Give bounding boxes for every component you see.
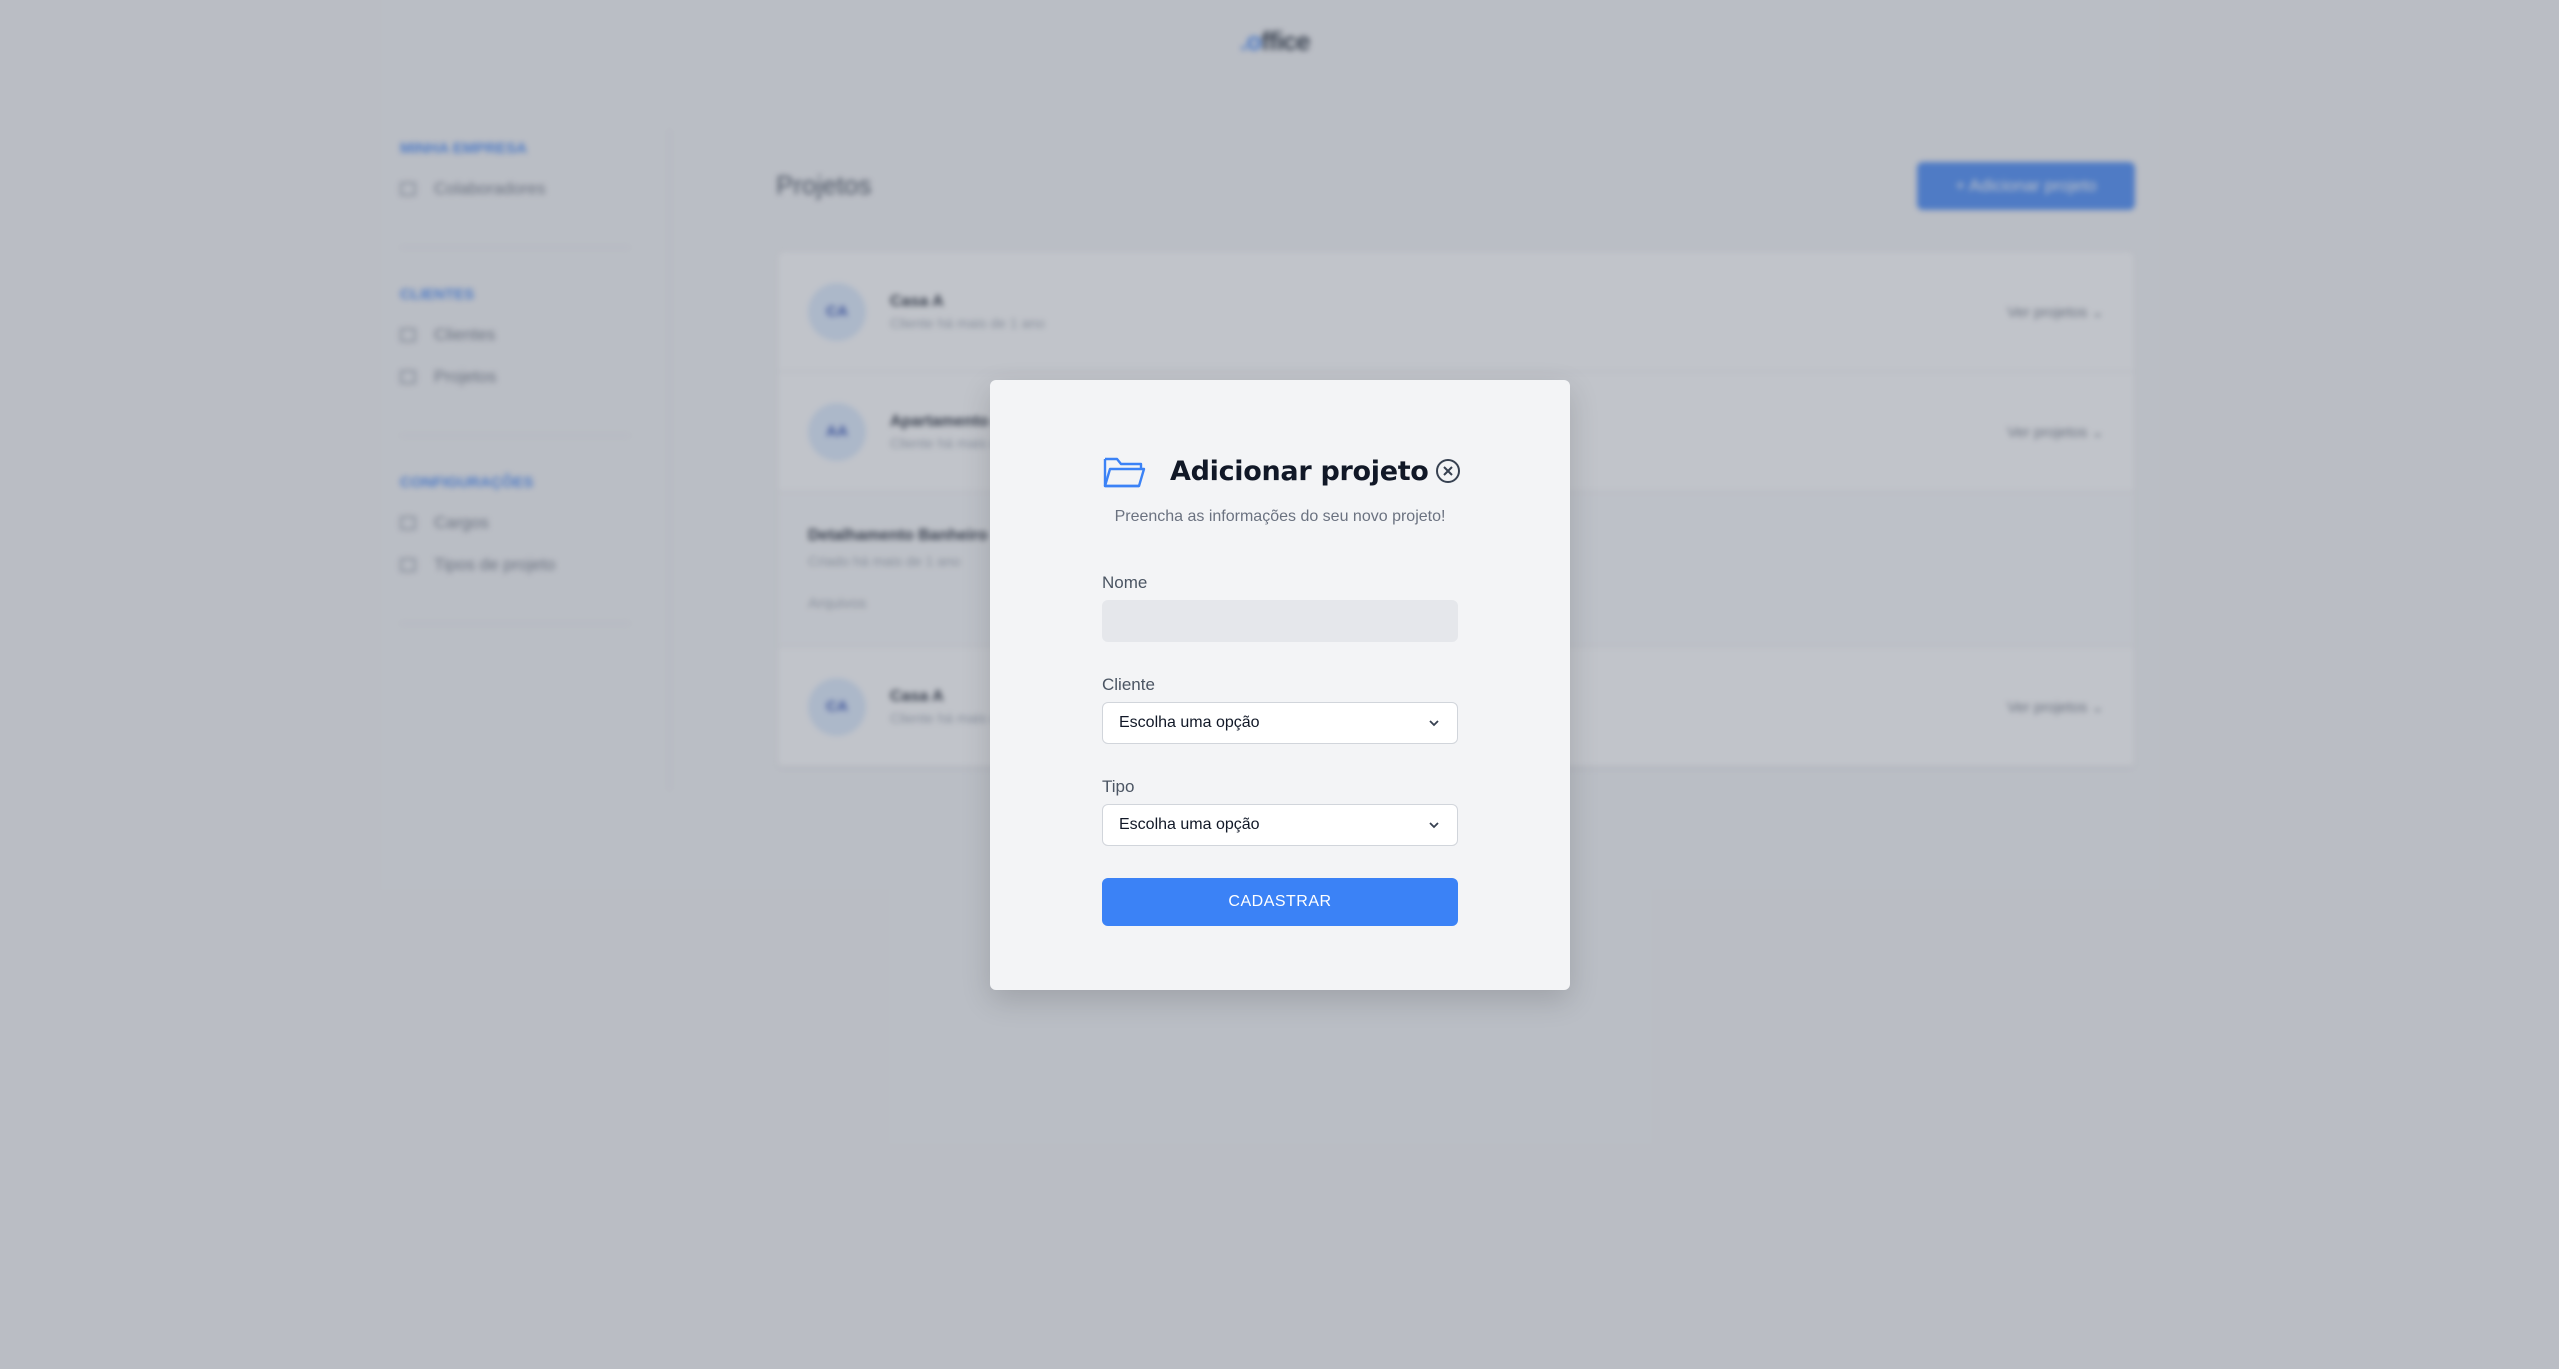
- client-select[interactable]: Escolha uma opção: [1102, 702, 1458, 744]
- chevron-down-icon: [1429, 822, 1439, 829]
- modal-subtitle: Preencha as informações do seu novo proj…: [1114, 508, 1446, 525]
- client-label: Cliente: [1102, 675, 1155, 694]
- name-label: Nome: [1102, 573, 1148, 592]
- chevron-down-icon: [1429, 720, 1439, 727]
- type-select-value: Escolha uma opção: [1119, 816, 1260, 833]
- type-label: Tipo: [1102, 777, 1135, 796]
- folder-icon: [1103, 457, 1146, 488]
- add-project-modal: Adicionar projeto Preencha as informaçõe…: [990, 380, 1570, 990]
- name-input[interactable]: [1102, 600, 1458, 642]
- modal-title: Adicionar projeto: [1170, 455, 1429, 487]
- submit-button[interactable]: CADASTRAR: [1102, 878, 1458, 926]
- close-icon[interactable]: [1434, 457, 1462, 485]
- client-select-value: Escolha uma opção: [1119, 714, 1260, 731]
- type-select[interactable]: Escolha uma opção: [1102, 804, 1458, 846]
- modal-header: Adicionar projeto: [1102, 448, 1460, 494]
